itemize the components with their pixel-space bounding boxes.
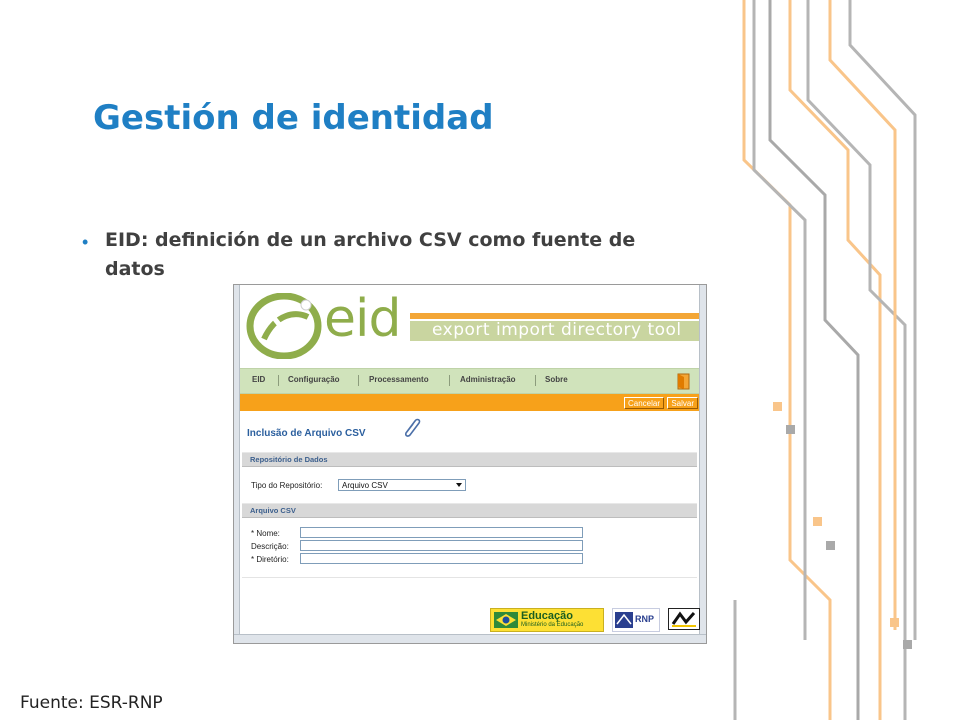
menu-separator: [278, 375, 279, 386]
slide-title: Gestión de identidad: [93, 98, 494, 138]
menu-separator: [449, 375, 450, 386]
app-banner: eid export import directory tool: [240, 285, 699, 367]
directory-input[interactable]: [300, 553, 583, 564]
section-header-arquivo-csv: Arquivo CSV: [242, 503, 697, 518]
directory-label: * Diretório:: [251, 555, 289, 564]
repo-type-select[interactable]: Arquivo CSV: [338, 479, 466, 491]
bullet-text: EID: definición de un archivo CSV como f…: [105, 229, 636, 280]
banner-orange-strip: [410, 313, 699, 319]
rnp-text: RNP: [635, 614, 655, 624]
chevron-down-icon: [456, 483, 462, 487]
banner-tagline-band: export import directory tool: [410, 321, 699, 341]
cancel-button[interactable]: Cancelar: [623, 397, 664, 409]
bullet-dot-icon: •: [82, 232, 89, 252]
brazil-flag-icon: [494, 612, 518, 628]
eid-app-screenshot: eid export import directory tool EID Con…: [233, 284, 707, 644]
banner-tagline: export import directory tool: [432, 321, 682, 340]
ministerio-text: Ministério da Educação: [521, 622, 584, 628]
educacao-text: Educação: [521, 610, 573, 622]
menu-item-administracao[interactable]: Administração: [460, 375, 516, 384]
repo-type-label: Tipo do Repositório:: [251, 481, 323, 490]
rnp-logo: RNP: [612, 608, 660, 632]
content-divider: [242, 577, 697, 578]
section-header-repositorio: Repositório de Dados: [242, 452, 697, 467]
section-title-repositorio: Repositório de Dados: [250, 455, 328, 464]
description-input[interactable]: [300, 540, 583, 551]
save-button[interactable]: Salvar: [667, 397, 698, 409]
menu-item-processamento[interactable]: Processamento: [369, 375, 429, 384]
orbit-logo-icon: [246, 293, 322, 359]
menu-item-configuracao[interactable]: Configuração: [288, 375, 340, 384]
source-note: Fuente: ESR-RNP: [20, 693, 163, 713]
window-frame-right: [699, 285, 706, 643]
description-label: Descrição:: [251, 542, 289, 551]
page-title: Inclusão de Arquivo CSV: [247, 428, 366, 439]
action-bar: Cancelar Salvar: [240, 394, 699, 411]
exit-door-icon[interactable]: [675, 372, 693, 390]
footer-logos: Educação Ministério da Educação RNP: [240, 606, 700, 634]
rnp-logo-icon: [615, 612, 633, 628]
eid-logo-text: eid: [324, 289, 401, 349]
main-menu: EID Configuração Processamento Administr…: [240, 368, 699, 394]
rnp-ce-logo-icon: [668, 608, 700, 630]
paperclip-icon: [405, 418, 421, 437]
name-input[interactable]: [300, 527, 583, 538]
menu-item-eid[interactable]: EID: [252, 375, 265, 384]
menu-item-sobre[interactable]: Sobre: [545, 375, 568, 384]
app-content: eid export import directory tool EID Con…: [240, 285, 700, 634]
section-title-arquivo-csv: Arquivo CSV: [250, 506, 296, 515]
window-frame-bottom: [234, 634, 706, 643]
name-label: * Nome:: [251, 529, 280, 538]
repo-type-value: Arquivo CSV: [342, 481, 388, 490]
menu-separator: [358, 375, 359, 386]
educacao-logo: Educação Ministério da Educação: [490, 608, 604, 632]
menu-separator: [535, 375, 536, 386]
